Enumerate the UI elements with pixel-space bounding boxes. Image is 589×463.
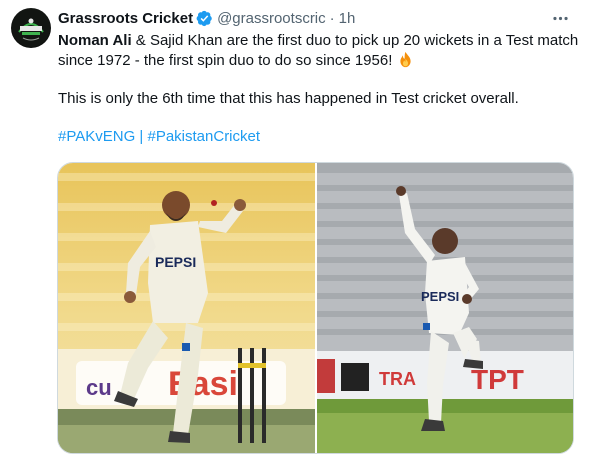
verified-badge-icon — [196, 10, 213, 27]
photo-noman-ali[interactable]: TRA TPT PEPSI — [317, 163, 573, 453]
tweet-text: Noman Ali & Sajid Khan are the first duo… — [58, 31, 580, 147]
shirt-sponsor-left: PEPSI — [155, 254, 196, 270]
hashtag-pakveng[interactable]: #PAKvENG — [58, 128, 135, 145]
bold-name[interactable]: Noman Ali — [58, 32, 132, 49]
avatar[interactable] — [11, 8, 51, 48]
hashtag-pakistancricket[interactable]: #PakistanCricket — [147, 128, 260, 145]
board-text-right-2: TRA — [379, 369, 416, 389]
tweet-header: Grassroots Cricket @grassrootscric · 1h — [58, 8, 577, 28]
tweet-line-1-text: & Sajid Khan are the first duo to pick u… — [58, 32, 579, 69]
tweet-line-2: This is only the 6th time that this has … — [58, 90, 519, 107]
grassroots-cricket-logo — [12, 9, 50, 47]
display-name[interactable]: Grassroots Cricket — [58, 10, 193, 27]
hashtag-separator: | — [135, 128, 148, 145]
handle[interactable]: @grassrootscric — [217, 10, 326, 27]
photo-sajid-khan[interactable]: Easi cu PEPSI — [58, 163, 315, 453]
bowler-photo-left: Easi cu PEPSI — [58, 163, 315, 453]
separator-dot: · — [329, 9, 335, 27]
shirt-sponsor-right: PEPSI — [421, 289, 459, 304]
bowler-photo-right: TRA TPT PEPSI — [317, 163, 573, 453]
more-horizontal-icon[interactable] — [549, 7, 571, 29]
board-text-right: TPT — [471, 364, 524, 395]
tweet-card[interactable]: Grassroots Cricket @grassrootscric · 1h … — [0, 0, 589, 463]
hashtags: #PAKvENG | #PakistanCricket — [58, 127, 580, 147]
fire-emoji-icon — [397, 51, 414, 68]
media-grid: Easi cu PEPSI TRA TPT PEPSI — [57, 162, 574, 454]
tweet-line-1: Noman Ali & Sajid Khan are the first duo… — [58, 31, 580, 71]
board-text-left-2: cu — [86, 375, 112, 400]
timestamp[interactable]: 1h — [339, 10, 356, 27]
